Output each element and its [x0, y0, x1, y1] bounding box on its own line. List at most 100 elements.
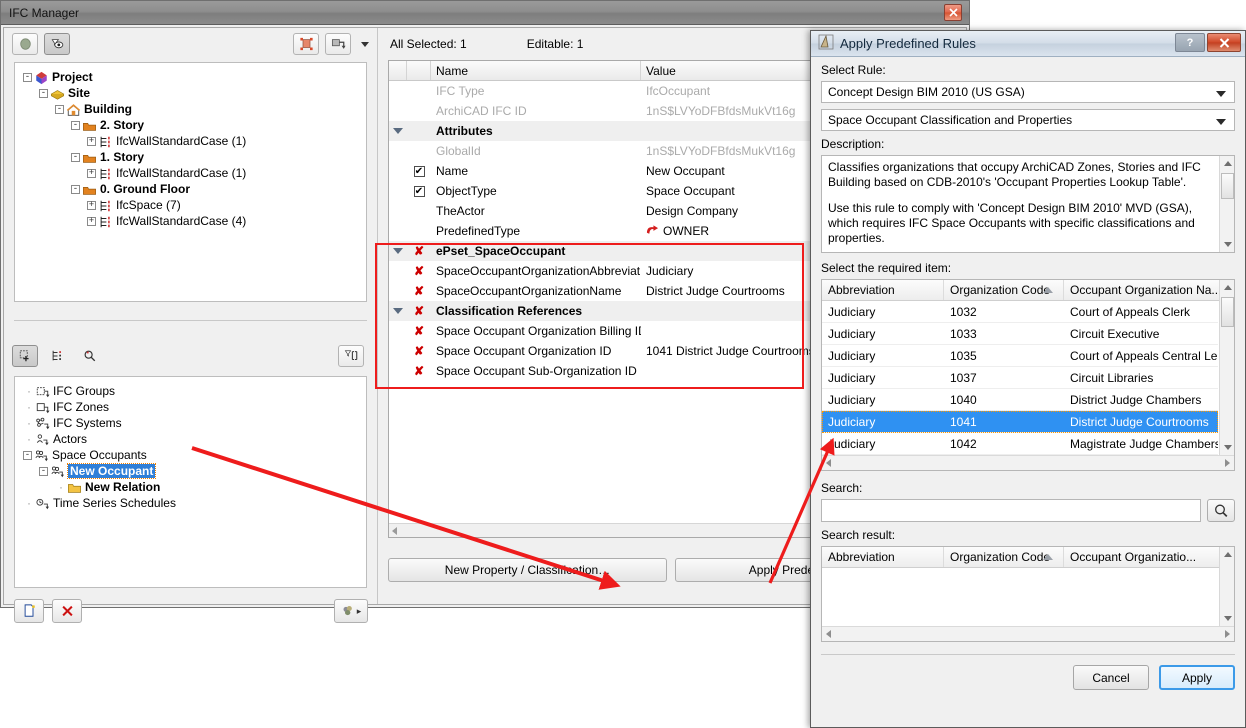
filter-selection-icon[interactable] [338, 345, 364, 367]
tree-expander-icon[interactable]: + [87, 136, 96, 146]
project-tree-item[interactable]: + IfcWallStandardCase (4) [19, 213, 362, 229]
tree-expander-icon[interactable]: + [87, 168, 96, 178]
col-occupant-organization-name[interactable]: Occupant Organization Na... [1064, 280, 1234, 300]
remove-icon[interactable]: ✘ [414, 344, 424, 358]
highlight-toggle-icon[interactable] [12, 33, 38, 55]
row-checkbox[interactable]: ✔ [413, 185, 425, 197]
remove-icon[interactable]: ✘ [414, 324, 424, 338]
dialog-close-icon[interactable] [1207, 33, 1241, 52]
remove-icon[interactable]: ✘ [414, 264, 424, 278]
apply-button[interactable]: Apply [1159, 665, 1235, 690]
header-name[interactable]: Name [431, 61, 641, 80]
item-row[interactable]: Judiciary 1033 Circuit Executive [822, 323, 1218, 345]
project-tree-item[interactable]: - 1. Story [19, 149, 362, 165]
tree-expander-icon[interactable]: - [71, 120, 80, 130]
result-grid-hscrollbar[interactable] [822, 626, 1234, 641]
item-row[interactable]: Judiciary 1042 Magistrate Judge Chambers [822, 433, 1218, 455]
eye-visibility-icon[interactable] [44, 33, 70, 55]
project-tree-item[interactable]: - 2. Story [19, 117, 362, 133]
project-tree-item[interactable]: - Building [19, 101, 362, 117]
tree-expander-icon[interactable]: - [23, 450, 32, 460]
scroll-up-icon[interactable] [1220, 280, 1234, 295]
project-tree-item[interactable]: + IfcWallStandardCase (1) [19, 165, 362, 181]
select-elements-icon[interactable] [293, 33, 319, 55]
scroll-down-icon[interactable] [1220, 237, 1234, 252]
groups-tree-item[interactable]: · New Relation [19, 479, 362, 495]
collapse-caret-icon[interactable] [393, 248, 403, 254]
groups-tree-item[interactable]: - Space Occupants [19, 447, 362, 463]
scroll-left-icon[interactable] [392, 526, 397, 535]
item-row[interactable]: Judiciary 1035 Court of Appeals Central Le… [822, 345, 1218, 367]
groups-tree-item[interactable]: · Time Series Schedules [19, 495, 362, 511]
groups-tree-item[interactable]: · IFC Systems [19, 415, 362, 431]
collapse-caret-icon[interactable] [393, 308, 403, 314]
scroll-down-icon[interactable] [1220, 611, 1234, 626]
tree-expander-icon[interactable]: + [87, 216, 96, 226]
item-grid-vscrollbar[interactable] [1219, 280, 1234, 455]
help-button[interactable]: ? [1175, 33, 1205, 52]
search-input[interactable] [821, 499, 1201, 522]
groups-tree-item[interactable]: · IFC Zones [19, 399, 362, 415]
result-col-abbreviation[interactable]: Abbreviation [822, 547, 944, 567]
scroll-left-icon[interactable] [826, 459, 831, 467]
col-abbreviation[interactable]: Abbreviation [822, 280, 944, 300]
tree-expander-icon[interactable]: - [55, 104, 64, 114]
description-scroll-thumb[interactable] [1221, 173, 1234, 199]
list-view-icon[interactable] [44, 345, 70, 367]
groups-tree-item[interactable]: - New Occupant [19, 463, 362, 479]
item-grid[interactable]: Abbreviation Organization Code Occupant … [821, 279, 1235, 471]
tree-expander-icon[interactable]: - [71, 152, 80, 162]
groups-tree-item[interactable]: · Actors [19, 431, 362, 447]
new-item-button[interactable] [14, 599, 44, 623]
project-tree-item[interactable]: + IfcWallStandardCase (1) [19, 133, 362, 149]
collapse-caret-icon[interactable] [393, 128, 403, 134]
result-col-occupant-organization[interactable]: Occupant Organizatio... [1064, 547, 1234, 567]
remove-icon[interactable]: ✘ [414, 364, 424, 378]
tree-expander-icon[interactable]: - [39, 88, 48, 98]
scroll-up-icon[interactable] [1220, 547, 1234, 562]
scroll-right-icon[interactable] [1225, 630, 1230, 638]
item-row[interactable]: Judiciary 1032 Court of Appeals Clerk [822, 301, 1218, 323]
scroll-down-icon[interactable] [1220, 440, 1234, 455]
close-icon[interactable] [944, 4, 962, 21]
project-tree-item[interactable]: - Project [19, 69, 362, 85]
remove-icon[interactable]: ✘ [414, 284, 424, 298]
scroll-left-icon[interactable] [826, 630, 831, 638]
project-tree-item[interactable]: + IfcSpace (7) [19, 197, 362, 213]
col-organization-code[interactable]: Organization Code [944, 280, 1064, 300]
overflow-chevron-icon[interactable] [361, 41, 369, 47]
item-grid-hscrollbar[interactable] [822, 455, 1234, 470]
rule-combo[interactable]: Space Occupant Classification and Proper… [821, 109, 1235, 131]
project-tree-item[interactable]: - 0. Ground Floor [19, 181, 362, 197]
remove-icon[interactable]: ✘ [414, 244, 424, 258]
tree-expander-icon[interactable]: + [87, 200, 96, 210]
search-button[interactable] [1207, 499, 1235, 522]
result-col-organization-code[interactable]: Organization Code [944, 547, 1064, 567]
item-row[interactable]: Judiciary 1040 District Judge Chambers [822, 389, 1218, 411]
remove-icon[interactable]: ✘ [414, 304, 424, 318]
cancel-button[interactable]: Cancel [1073, 665, 1149, 690]
tree-expander-icon[interactable]: - [71, 184, 80, 194]
project-tree[interactable]: - Project - Site - Building -2. Story + IfcWallS… [14, 62, 367, 302]
row-checkbox[interactable]: ✔ [413, 165, 425, 177]
item-grid-scroll-thumb[interactable] [1221, 297, 1234, 327]
tree-expander-icon[interactable]: - [39, 466, 48, 476]
project-tree-item[interactable]: - Site [19, 85, 362, 101]
item-row[interactable]: Judiciary 1037 Circuit Libraries [822, 367, 1218, 389]
description-textarea[interactable]: Classifies organizations that occupy Arc… [821, 155, 1235, 253]
item-row[interactable]: Judiciary 1041 District Judge Courtrooms [822, 411, 1218, 433]
scroll-up-icon[interactable] [1220, 156, 1234, 171]
transfer-elements-icon[interactable] [325, 33, 351, 55]
search-result-grid[interactable]: Abbreviation Organization Code Occupant … [821, 546, 1235, 642]
groups-tree-item[interactable]: · IFC Groups [19, 383, 362, 399]
description-scrollbar[interactable] [1219, 156, 1234, 252]
rule-family-combo[interactable]: Concept Design BIM 2010 (US GSA) [821, 81, 1235, 103]
groups-tree[interactable]: · IFC Groups · IFC Zones · IFC Systems · Actors… [14, 376, 367, 588]
result-grid-vscrollbar[interactable] [1219, 547, 1234, 626]
add-group-icon[interactable] [12, 345, 38, 367]
delete-item-button[interactable] [52, 599, 82, 623]
scroll-right-icon[interactable] [1225, 459, 1230, 467]
new-property-classification-button[interactable]: New Property / Classification… [388, 558, 667, 582]
tree-expander-icon[interactable]: - [23, 72, 32, 82]
search-icon[interactable] [76, 345, 102, 367]
